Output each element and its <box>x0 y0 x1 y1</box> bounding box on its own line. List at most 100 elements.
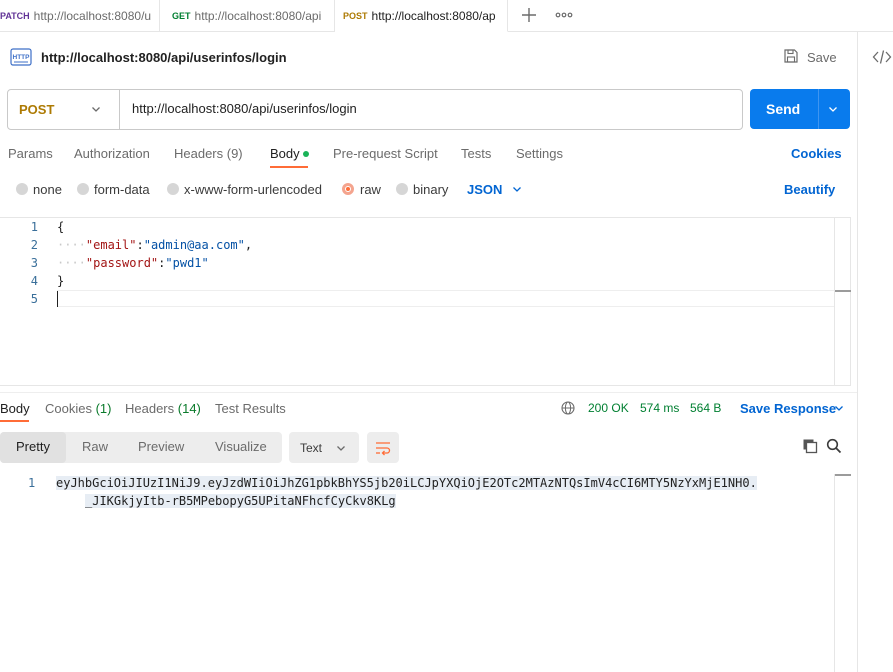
status-code[interactable]: 200 OK <box>588 401 629 415</box>
svg-text:HTTP: HTTP <box>13 54 31 61</box>
radio-none[interactable] <box>16 183 28 195</box>
response-tab-headers[interactable]: Headers (14) <box>125 401 201 416</box>
line-number: 5 <box>30 292 38 306</box>
editor-scroll-marker <box>835 290 851 292</box>
tab-prerequest-script[interactable]: Pre-request Script <box>333 146 438 161</box>
response-line-number: 1 <box>28 476 36 490</box>
send-divider <box>818 89 819 129</box>
response-token-part1: eyJhbGciOiJIUzI1NiJ9.eyJzdWIiOiJhZG1pbkB… <box>56 476 757 490</box>
json-key: "email" <box>85 238 137 252</box>
cookies-count: (1) <box>95 401 112 416</box>
code-line: ····"email":"admin@aa.com", <box>57 238 253 252</box>
text-cursor <box>57 291 58 307</box>
radio-binary[interactable] <box>396 183 408 195</box>
response-tab-underline <box>0 420 29 422</box>
response-token-part2: _JIKGkjyItb-rB5MPebopyG5UPitaNFhcfCyCkv8… <box>85 494 396 508</box>
code-line: ····"password":"pwd1" <box>57 256 209 270</box>
url-input[interactable]: http://localhost:8080/api/userinfos/logi… <box>132 101 357 116</box>
send-label: Send <box>766 101 801 117</box>
radio-raw-label: raw <box>360 182 381 197</box>
method-select[interactable]: POST <box>19 102 54 117</box>
cookies-tab-label: Cookies <box>45 401 92 416</box>
line-number: 2 <box>30 238 38 252</box>
chevron-down-icon[interactable] <box>833 402 845 414</box>
response-divider <box>0 392 857 393</box>
tab-request-post[interactable]: POST http://localhost:8080/ap <box>335 0 508 32</box>
response-tab-body[interactable]: Body <box>0 401 30 416</box>
response-format-value: Text <box>300 441 323 455</box>
json-string: "pwd1" <box>165 256 209 270</box>
tab-headers[interactable]: Headers (9) <box>174 146 243 161</box>
radio-urlencoded-label: x-www-form-urlencoded <box>184 182 322 197</box>
copy-icon[interactable] <box>802 438 818 454</box>
http-icon: HTTP <box>10 46 32 68</box>
format-select[interactable]: JSON <box>467 182 502 197</box>
radio-form-data[interactable] <box>77 183 89 195</box>
globe-icon[interactable] <box>561 401 575 415</box>
code-icon[interactable] <box>872 48 892 66</box>
more-tabs-icon[interactable] <box>554 5 574 25</box>
line-number: 1 <box>30 220 38 234</box>
radio-none-label: none <box>33 182 62 197</box>
body-modified-dot <box>303 151 309 157</box>
headers-count: (14) <box>177 401 201 416</box>
tab-tests[interactable]: Tests <box>461 146 491 161</box>
url-divider <box>119 89 120 130</box>
search-icon[interactable] <box>826 438 842 454</box>
tab-authorization[interactable]: Authorization <box>74 146 150 161</box>
method-label: PATCH <box>0 11 30 21</box>
tab-request-get[interactable]: GET http://localhost:8080/api <box>160 0 335 32</box>
current-line-highlight <box>57 290 834 307</box>
chevron-down-icon[interactable] <box>511 183 523 195</box>
tab-body[interactable]: Body <box>270 146 300 161</box>
response-tab-cookies[interactable]: Cookies (1) <box>45 401 111 416</box>
tab-strip: PATCH http://localhost:8080/u GET http:/… <box>0 0 893 32</box>
active-tab-underline <box>270 166 308 168</box>
format-preview[interactable]: Preview <box>138 439 184 454</box>
line-number: 3 <box>30 256 38 270</box>
editor-scrollbar-track <box>834 218 835 385</box>
response-time[interactable]: 574 ms <box>640 401 679 415</box>
save-icon[interactable] <box>783 48 799 64</box>
save-response-button[interactable]: Save Response <box>740 401 836 416</box>
response-scroll-marker <box>835 474 851 476</box>
json-string: "admin@aa.com" <box>143 238 245 252</box>
tab-url: http://localhost:8080/u <box>33 9 152 23</box>
method-label: GET <box>172 11 191 21</box>
wrap-lines-icon <box>374 439 392 457</box>
tab-request-patch[interactable]: PATCH http://localhost:8080/u <box>0 0 160 32</box>
headers-tab-label: Headers <box>125 401 175 416</box>
tab-settings[interactable]: Settings <box>516 146 563 161</box>
format-visualize[interactable]: Visualize <box>215 439 267 454</box>
radio-urlencoded[interactable] <box>167 183 179 195</box>
format-pretty[interactable]: Pretty <box>16 439 50 454</box>
radio-form-data-label: form-data <box>94 182 150 197</box>
response-scrollbar-track <box>834 474 835 672</box>
request-title: http://localhost:8080/api/userinfos/logi… <box>41 50 287 65</box>
tab-params[interactable]: Params <box>8 146 53 161</box>
code-line: { <box>57 220 65 234</box>
format-raw[interactable]: Raw <box>82 439 108 454</box>
code-line: } <box>57 274 65 288</box>
chevron-down-icon[interactable] <box>335 442 347 454</box>
tab-url: http://localhost:8080/api <box>194 9 322 23</box>
cookies-link[interactable]: Cookies <box>791 146 842 161</box>
save-button[interactable]: Save <box>807 50 837 65</box>
chevron-down-icon[interactable] <box>90 103 102 115</box>
tab-url: http://localhost:8080/ap <box>371 8 496 23</box>
response-tab-test-results[interactable]: Test Results <box>215 401 286 416</box>
line-number: 4 <box>30 274 38 288</box>
response-size[interactable]: 564 B <box>690 401 721 415</box>
radio-raw[interactable] <box>342 183 354 195</box>
response-body-text[interactable]: eyJhbGciOiJIUzI1NiJ9.eyJzdWIiOiJhZG1pbkB… <box>56 474 757 510</box>
beautify-button[interactable]: Beautify <box>784 182 835 197</box>
indent-guide: ···· <box>57 238 86 252</box>
radio-binary-label: binary <box>413 182 449 197</box>
indent-guide: ···· <box>57 256 86 270</box>
json-key: "password" <box>85 256 159 270</box>
send-options-chevron-icon[interactable] <box>827 103 839 115</box>
url-bar <box>7 89 743 130</box>
new-tab-icon[interactable] <box>518 4 540 26</box>
right-sidebar <box>857 32 893 672</box>
method-label: POST <box>343 10 368 21</box>
